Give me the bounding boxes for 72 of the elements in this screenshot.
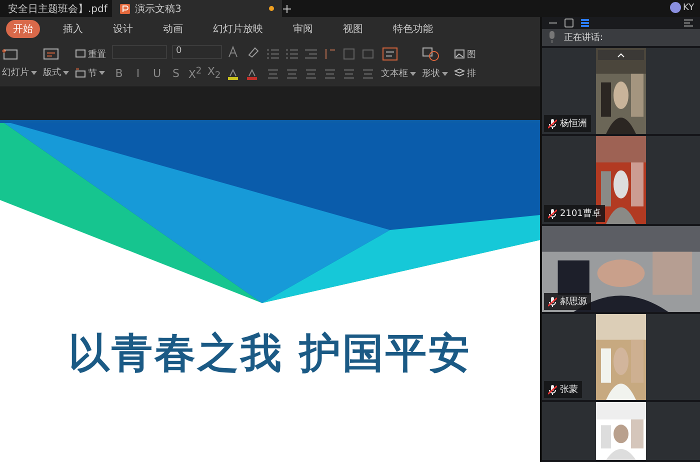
ribbon-tab[interactable]: 插入: [56, 20, 90, 38]
reset-icon[interactable]: [75, 49, 86, 59]
participant-name: 郝思源: [560, 296, 587, 308]
ribbon-tab[interactable]: 幻灯片放映: [206, 20, 270, 38]
video-tile[interactable]: 郝思源: [542, 226, 700, 314]
numbered-list-icon[interactable]: [285, 46, 299, 60]
columns-icon[interactable]: [361, 46, 375, 60]
image-icon[interactable]: [454, 49, 465, 59]
format-button[interactable]: X$_{2}$: [207, 65, 221, 82]
paragraph-align-icon[interactable]: [323, 66, 337, 80]
document-tab[interactable]: 演示文稿3: [112, 0, 282, 17]
format-button[interactable]: S: [169, 67, 183, 80]
section-icon[interactable]: [75, 68, 86, 78]
video-tile[interactable]: [542, 402, 700, 462]
presentation-file-icon: [120, 4, 130, 14]
new-tab-icon[interactable]: [282, 4, 292, 14]
text-direction-icon[interactable]: [323, 46, 337, 60]
ribbon-tab[interactable]: 设计: [106, 20, 140, 38]
paragraph-align-icon[interactable]: [266, 66, 280, 80]
speaking-label: 正在讲话:: [564, 32, 604, 44]
reset-button[interactable]: 重置: [75, 48, 106, 60]
shape-button[interactable]: 形状: [422, 67, 448, 80]
layout-button[interactable]: 版式: [43, 66, 69, 79]
new-slide-icon[interactable]: [2, 48, 18, 60]
caret-icon: [410, 72, 416, 76]
format-button[interactable]: I: [131, 67, 145, 80]
paragraph-align-icon[interactable]: [361, 66, 375, 80]
video-tile[interactable]: 2101曹卓: [542, 136, 700, 226]
layers-icon[interactable]: [454, 68, 465, 78]
highlighter-icon[interactable]: [226, 66, 240, 80]
layout-icon[interactable]: [43, 48, 59, 60]
video-tile[interactable]: 张蒙: [542, 314, 700, 402]
paragraph-align-icon[interactable]: [285, 66, 299, 80]
eraser-icon[interactable]: [246, 45, 260, 60]
ribbon-tab[interactable]: 特色功能: [386, 20, 440, 38]
indent-icon[interactable]: [304, 46, 318, 60]
caret-icon: [31, 70, 37, 74]
participant-name: 2101曹卓: [560, 208, 601, 220]
align-text-icon[interactable]: [342, 46, 356, 60]
document-tab[interactable]: 安全日主题班会】.pdf: [0, 0, 112, 17]
format-button[interactable]: U: [150, 67, 164, 80]
ribbon-tab[interactable]: 视图: [336, 20, 370, 38]
font-size-field[interactable]: 0: [172, 45, 222, 60]
caret-icon: [99, 71, 105, 75]
collapse-icon[interactable]: [598, 50, 644, 60]
menu-icon[interactable]: [683, 18, 694, 28]
caret-icon: [63, 70, 69, 74]
user-initials: KY: [683, 2, 694, 12]
participant-name: 杨恒洲: [560, 118, 587, 130]
font-color-icon[interactable]: [245, 66, 259, 80]
shape-icon[interactable]: [422, 47, 440, 61]
text-box-icon[interactable]: [381, 47, 399, 61]
paragraph-align-icon[interactable]: [342, 66, 356, 80]
caret-icon: [442, 72, 448, 76]
format-button[interactable]: B: [112, 67, 126, 80]
section-button[interactable]: 节: [75, 66, 105, 80]
participant-name: 张蒙: [560, 384, 578, 396]
ribbon-tab[interactable]: 审阅: [286, 20, 320, 38]
arrange-button[interactable]: 排: [454, 66, 476, 80]
paragraph-align-icon[interactable]: [304, 66, 318, 80]
ribbon-tab[interactable]: 动画: [156, 20, 190, 38]
text-box-button[interactable]: 文本框: [381, 67, 416, 80]
bullet-list-icon[interactable]: [266, 46, 280, 60]
picture-button[interactable]: 图: [454, 48, 476, 60]
video-tile[interactable]: 杨恒洲: [542, 48, 700, 136]
new-slide-button[interactable]: 幻灯片: [2, 66, 37, 79]
unsaved-dot-icon: [269, 6, 274, 11]
user-avatar[interactable]: [670, 2, 681, 13]
slide-title: 以青春之我 护国平安: [67, 328, 473, 379]
format-button[interactable]: X$^{2}$: [188, 66, 202, 82]
list-view-icon[interactable]: [580, 18, 590, 28]
window-icon[interactable]: [564, 18, 574, 28]
